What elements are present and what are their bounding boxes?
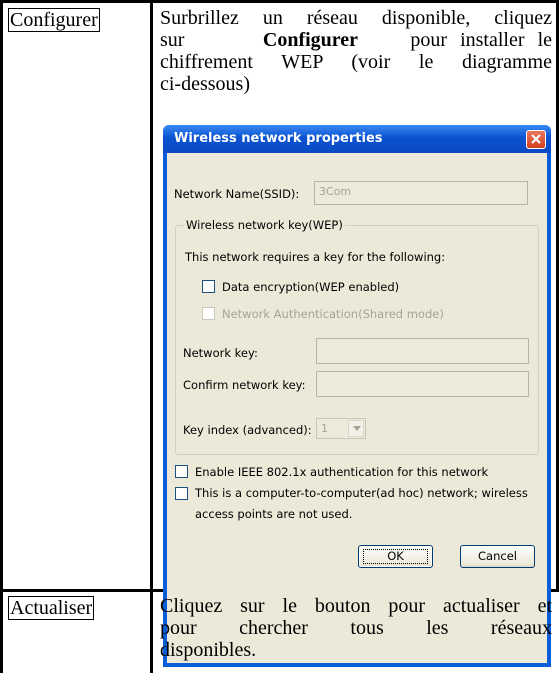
desc-line: pour chercher tous les réseaux xyxy=(160,617,552,639)
column-divider xyxy=(150,0,153,673)
desc-line: Surbrillez un réseau disponible, cliquez xyxy=(160,7,552,29)
group-legend: Wireless network key(WEP) xyxy=(184,218,345,232)
adhoc-label-continued: access points are not used. xyxy=(195,507,353,521)
focus-ring xyxy=(363,549,428,564)
term-actualiser: Actualiser xyxy=(8,596,95,620)
ok-button[interactable]: OK xyxy=(358,545,433,568)
key-index-value: 1 xyxy=(321,422,328,435)
term-configurer: Configurer xyxy=(8,8,100,32)
data-encryption-label: Data encryption(WEP enabled) xyxy=(222,280,400,294)
table-left-border xyxy=(0,0,3,673)
network-auth-checkbox[interactable] xyxy=(202,307,215,320)
cancel-button[interactable]: Cancel xyxy=(460,545,535,568)
ieee-8021x-label: Enable IEEE 802.1x authentication for th… xyxy=(195,465,489,479)
configurer-description: Surbrillez un réseau disponible, cliquez… xyxy=(160,7,552,95)
confirm-key-field[interactable] xyxy=(316,371,529,397)
adhoc-label: This is a computer-to-computer(ad hoc) n… xyxy=(195,486,528,500)
data-encryption-checkbox[interactable] xyxy=(202,280,215,293)
ieee-8021x-checkbox[interactable] xyxy=(175,465,188,478)
ssid-field[interactable]: 3Com xyxy=(314,181,528,205)
network-auth-label: Network Authentication(Shared mode) xyxy=(222,307,444,321)
network-key-label: Network key: xyxy=(183,346,258,360)
cancel-button-label: Cancel xyxy=(478,549,517,563)
desc-line: chiffrement WEP (voir le diagramme xyxy=(160,51,552,73)
actualiser-description: Cliquez sur le bouton pour actualiser et… xyxy=(160,595,552,661)
network-key-field[interactable] xyxy=(316,338,529,364)
desc-line: disponibles. xyxy=(160,639,257,661)
confirm-key-label: Confirm network key: xyxy=(183,378,306,392)
dialog-body: Network Name(SSID): 3Com Wireless networ… xyxy=(167,153,547,663)
chevron-down-icon[interactable] xyxy=(348,420,364,437)
key-index-select[interactable]: 1 xyxy=(316,418,366,439)
wireless-properties-dialog: Wireless network properties Network Name… xyxy=(163,125,551,667)
table-top-border xyxy=(0,0,559,3)
ssid-label: Network Name(SSID): xyxy=(174,187,300,201)
group-intro-text: This network requires a key for the foll… xyxy=(185,250,446,264)
desc-bold-term: Configurer xyxy=(262,29,359,51)
dialog-title-bar[interactable]: Wireless network properties xyxy=(163,125,551,153)
desc-line: ci-dessous) xyxy=(160,73,250,95)
desc-line: sur Configurer pour installer le xyxy=(160,29,552,51)
close-icon[interactable] xyxy=(526,130,546,149)
adhoc-checkbox[interactable] xyxy=(175,487,188,500)
desc-line: Cliquez sur le bouton pour actualiser et xyxy=(160,595,552,617)
key-index-label: Key index (advanced): xyxy=(183,423,312,437)
dialog-title: Wireless network properties xyxy=(174,131,383,146)
